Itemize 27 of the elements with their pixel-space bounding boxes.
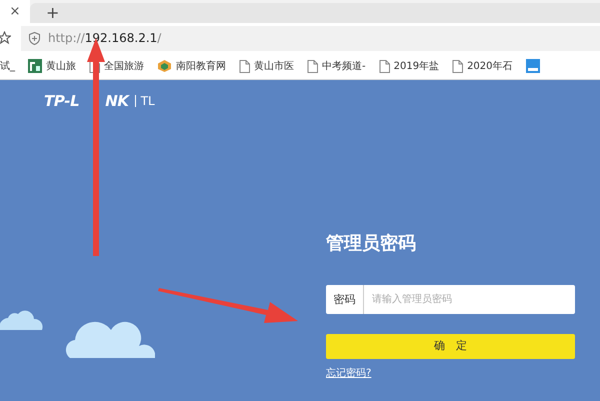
bookmark-item[interactable]: 黄山旅	[28, 58, 76, 74]
bookmark-item[interactable]: 2020年石	[452, 58, 513, 74]
star-icon[interactable]	[0, 31, 11, 45]
page-icon	[239, 60, 250, 72]
bookmark-item[interactable]: 南阳教育网	[157, 58, 226, 74]
password-field[interactable]: 密码 请输入管理员密码	[326, 285, 575, 314]
bookmark-item[interactable]: 黄山市医	[239, 58, 294, 74]
model-name: TL	[134, 95, 155, 108]
page-icon	[378, 60, 390, 72]
brand-logo: NK	[105, 91, 129, 112]
site-logo-icon	[28, 59, 42, 73]
page-icon	[307, 60, 318, 72]
forgot-password-link[interactable]: 忘记密码?	[326, 366, 372, 381]
page-icon	[452, 60, 464, 72]
hexagon-icon	[157, 59, 172, 73]
field-label: 密码	[326, 285, 364, 314]
brand-logo: TP-L	[44, 91, 80, 112]
address-bar[interactable]: http://192.168.2.1/	[21, 26, 600, 50]
url-text: http://192.168.2.1/	[48, 30, 162, 47]
login-title: 管理员密码	[326, 232, 417, 256]
bookmark-item[interactable]: 2019年盐	[378, 58, 440, 74]
confirm-button[interactable]: 确 定	[326, 334, 575, 359]
bookmark-item[interactable]: 中考频道-	[307, 58, 366, 74]
bookmark-item[interactable]: 试_	[0, 58, 15, 74]
password-input[interactable]: 请输入管理员密码	[372, 292, 575, 307]
shield-icon	[29, 32, 40, 44]
new-tab-button[interactable]: +	[46, 5, 60, 21]
